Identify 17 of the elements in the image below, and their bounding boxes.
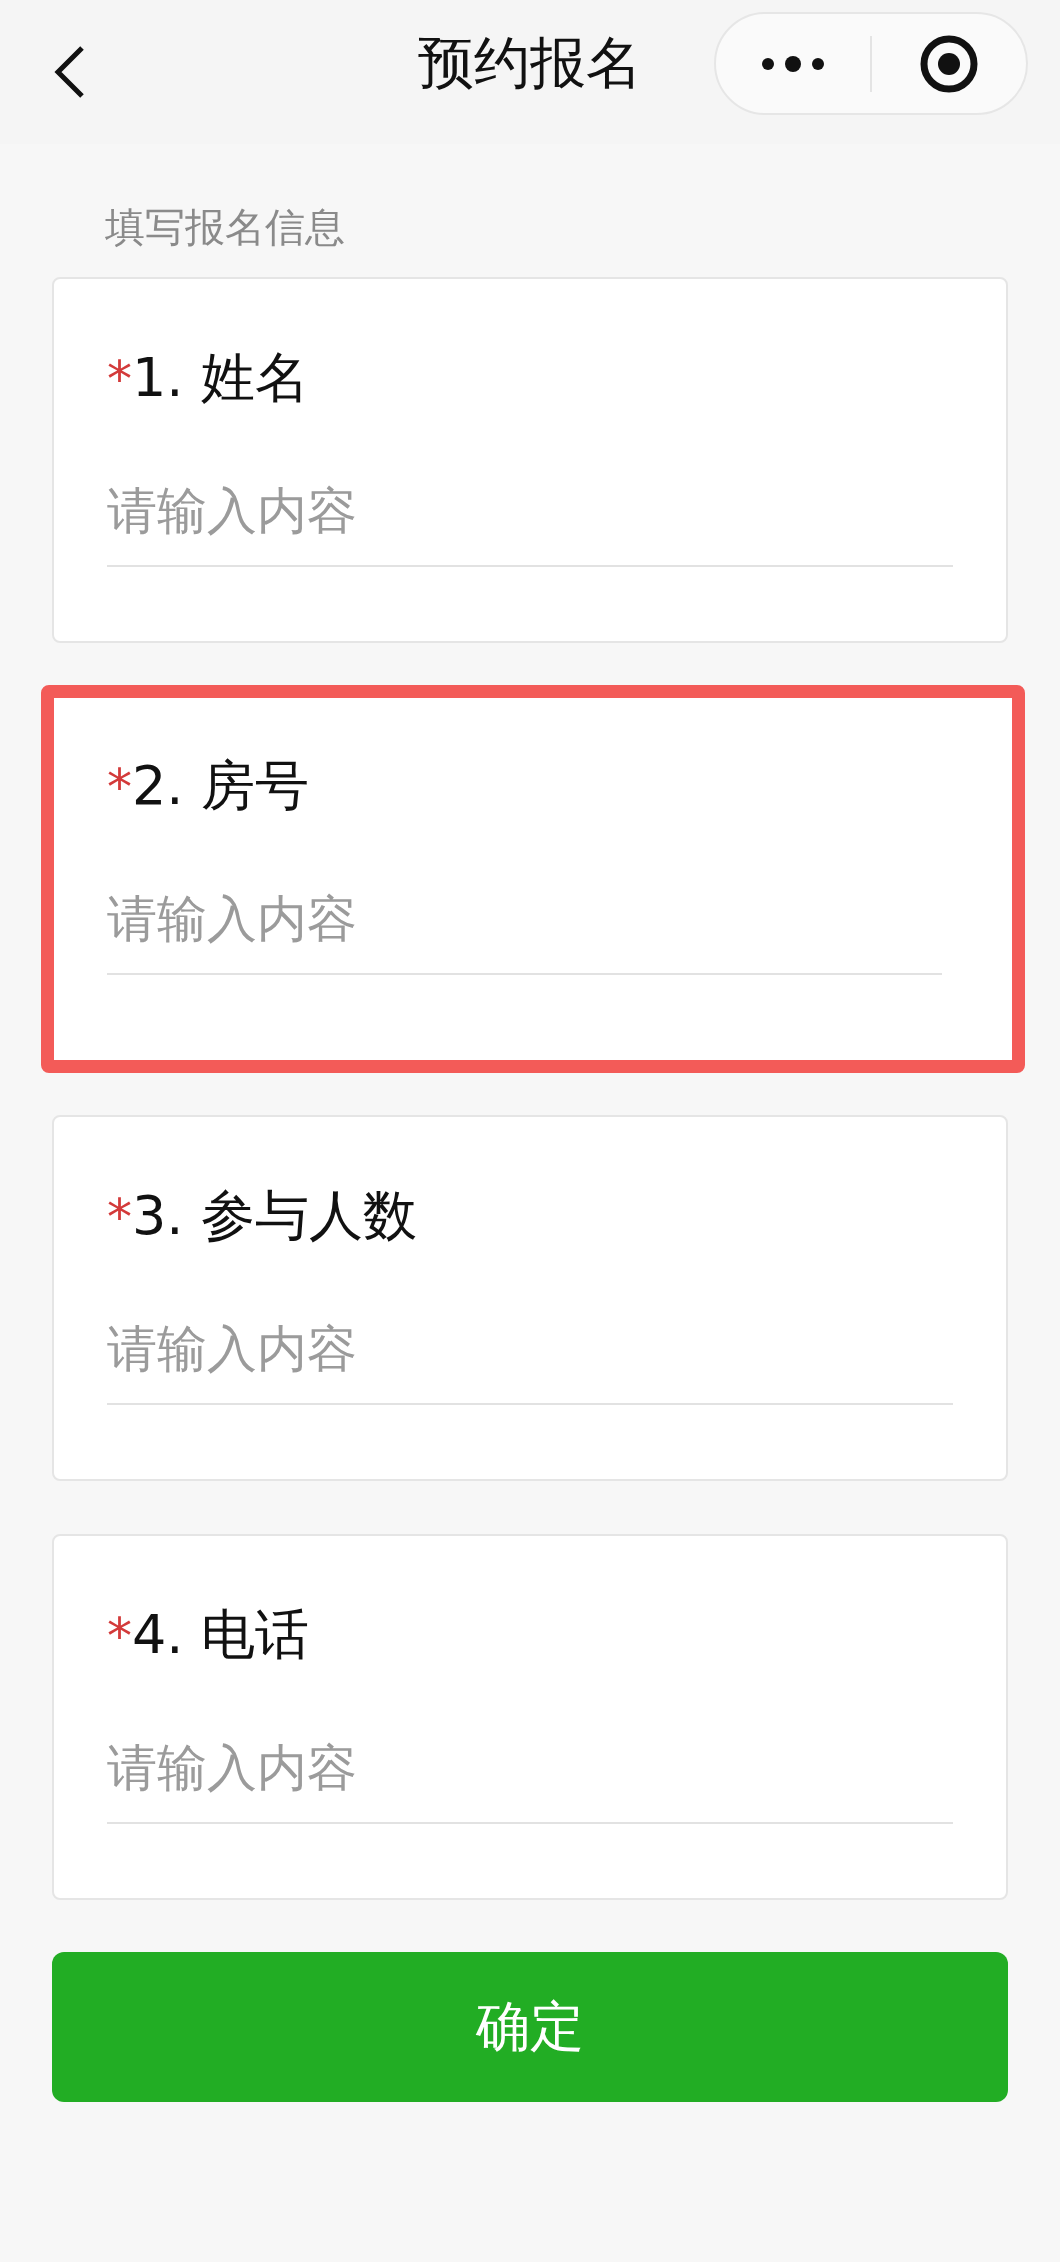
field-label: 3. 参与人数 [132,1184,417,1247]
confirm-button[interactable]: 确定 [52,1952,1008,2102]
target-icon [919,33,979,94]
required-mark: * [107,758,132,816]
input-field[interactable]: 请输入内容 [107,471,953,567]
field-label: 4. 电话 [132,1603,309,1666]
field-label: 2. 房号 [132,754,309,817]
required-mark: * [107,1188,132,1246]
more-icon [760,54,826,73]
input-field[interactable]: 请输入内容 [107,879,942,975]
required-mark: * [107,1607,132,1665]
field-label: 1. 姓名 [132,346,309,409]
required-mark: * [107,350,132,408]
section-title: 填写报名信息 [104,203,346,252]
input-field[interactable]: 请输入内容 [107,1309,953,1405]
input-field[interactable]: 请输入内容 [107,1728,953,1824]
page-title: 预约报名 [418,29,642,97]
